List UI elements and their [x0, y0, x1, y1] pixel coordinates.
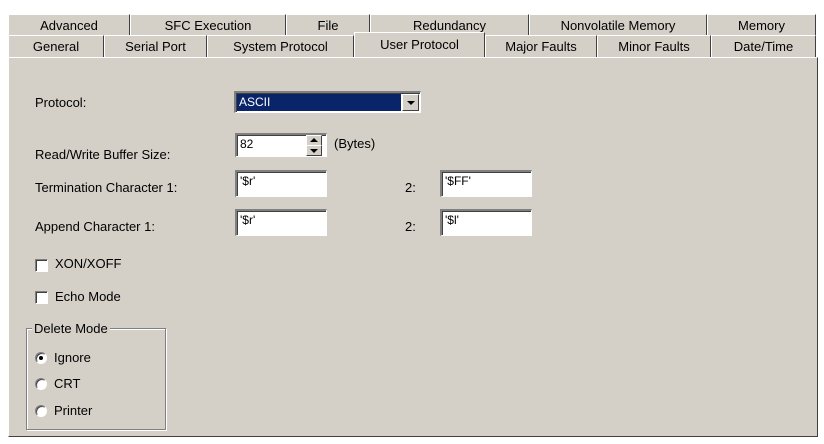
protocol-select[interactable]: ASCII — [234, 91, 421, 113]
tab-nonvolatile-memory[interactable]: Nonvolatile Memory — [529, 14, 707, 36]
append-char-2-label: 2: — [405, 219, 416, 234]
protocol-label: Protocol: — [35, 95, 87, 110]
tab-date-time[interactable]: Date/Time — [711, 35, 816, 57]
tab-general[interactable]: General — [8, 35, 104, 57]
protocol-dropdown-button[interactable] — [402, 94, 419, 111]
buffer-size-value: 82 — [240, 137, 254, 151]
append-char-1-value: '$r' — [240, 213, 256, 227]
delete-mode-printer-label[interactable]: Printer — [54, 403, 92, 418]
buffer-size-label: Read/Write Buffer Size: — [35, 147, 171, 162]
user-protocol-panel: Protocol: ASCII Read/Write Buffer Size: … — [8, 57, 818, 437]
xon-xoff-label[interactable]: XON/XOFF — [55, 256, 121, 271]
controller-properties-dialog: Advanced SFC Execution File Redundancy N… — [0, 0, 820, 444]
chevron-down-icon — [407, 101, 415, 105]
buffer-size-unit: (Bytes) — [334, 136, 376, 151]
arrow-down-icon — [310, 149, 318, 153]
delete-mode-title: Delete Mode — [32, 321, 110, 336]
tab-memory[interactable]: Memory — [707, 14, 816, 36]
delete-mode-crt-label[interactable]: CRT — [54, 376, 80, 391]
delete-mode-printer-radio[interactable] — [35, 405, 47, 417]
buffer-size-decrement[interactable] — [306, 145, 322, 156]
termination-char-1-value: '$r' — [240, 174, 256, 188]
arrow-up-icon — [310, 138, 318, 142]
append-char-label: Append Character 1: — [35, 219, 155, 234]
append-char-1-input[interactable]: '$r' — [235, 209, 327, 236]
termination-char-2-label: 2: — [405, 180, 416, 195]
tab-sfc-execution[interactable]: SFC Execution — [130, 14, 286, 36]
termination-char-label: Termination Character 1: — [35, 180, 178, 195]
tab-user-protocol[interactable]: User Protocol — [354, 32, 485, 57]
tab-minor-faults[interactable]: Minor Faults — [597, 35, 711, 57]
tab-advanced[interactable]: Advanced — [8, 14, 130, 36]
radio-selected-dot — [39, 356, 43, 360]
delete-mode-group — [26, 328, 166, 430]
append-char-2-value: '$l' — [445, 213, 459, 227]
termination-char-2-input[interactable]: '$FF' — [440, 170, 532, 197]
tab-major-faults[interactable]: Major Faults — [485, 35, 597, 57]
tab-row-front: General Serial Port System Protocol User… — [8, 32, 816, 57]
echo-mode-checkbox[interactable] — [35, 291, 48, 304]
termination-char-2-value: '$FF' — [445, 174, 471, 188]
tab-serial-port[interactable]: Serial Port — [104, 35, 207, 57]
delete-mode-crt-radio[interactable] — [35, 378, 47, 390]
echo-mode-label[interactable]: Echo Mode — [55, 289, 121, 304]
protocol-select-value: ASCII — [237, 94, 401, 111]
delete-mode-ignore-radio[interactable] — [35, 352, 47, 364]
tab-system-protocol[interactable]: System Protocol — [207, 35, 354, 57]
termination-char-1-input[interactable]: '$r' — [235, 170, 327, 197]
append-char-2-input[interactable]: '$l' — [440, 209, 532, 236]
delete-mode-ignore-label[interactable]: Ignore — [54, 350, 91, 365]
xon-xoff-checkbox[interactable] — [35, 259, 48, 272]
